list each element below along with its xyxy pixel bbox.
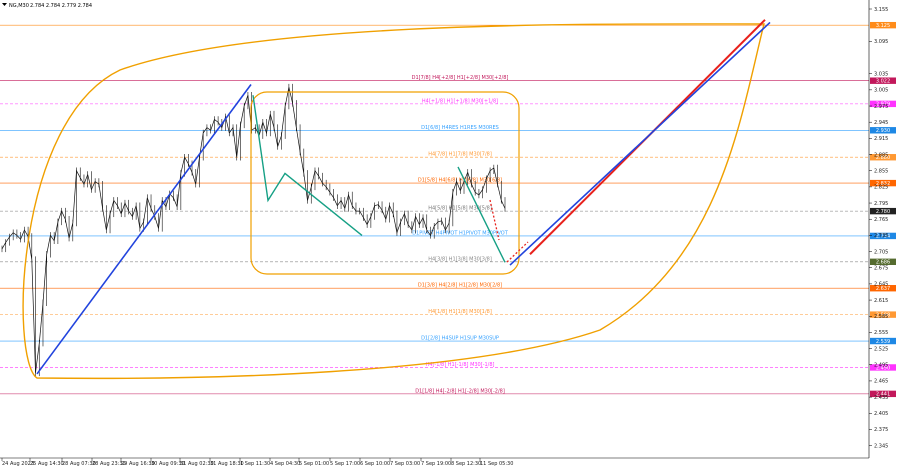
- time-tick-label: 11 Sep 05:30: [480, 461, 513, 467]
- time-tick-label: 1 Sep 11:30: [240, 461, 270, 467]
- time-tick-label: 31 Aug 18:30: [210, 461, 244, 467]
- price-tick-label: 2.915: [874, 136, 888, 142]
- price-tick-label: 2.885: [874, 152, 888, 158]
- price-tick-label: 2.645: [874, 282, 888, 288]
- price-tick-label: 2.615: [874, 298, 888, 304]
- level-badge-text: 2.539: [876, 339, 890, 345]
- level-badge-text: 2.930: [876, 128, 890, 134]
- symbol-label: NG,M30: [9, 3, 29, 9]
- price-tick-label: 2.345: [874, 443, 888, 449]
- price-tick-label: 3.095: [874, 39, 888, 45]
- level-label: D1[1/8] H4[-2/8] H1[-2/8] M30[-2/8]: [415, 388, 505, 394]
- ohlc-values: 2.784 2.784 2.779 2.784: [30, 3, 92, 9]
- level-label: H4[1/8] H1[1/8] M30[1/8]: [428, 309, 492, 315]
- time-tick-label: 7 Sep 03:00: [390, 461, 420, 467]
- time-tick-label: 8 Sep 12:30: [451, 461, 481, 467]
- price-tick-label: 2.525: [874, 346, 888, 352]
- price-tick-label: 2.765: [874, 217, 888, 223]
- price-tick-label: 2.975: [874, 104, 888, 110]
- price-tick-label: 2.735: [874, 233, 888, 239]
- level-label: H4[7/8] H1[7/8] M30[7/8]: [428, 152, 492, 158]
- time-tick-label: 28 Aug 07:30: [62, 461, 96, 467]
- price-tick-label: 2.495: [874, 363, 888, 369]
- level-badge-text: 2.780: [876, 209, 890, 215]
- level-badge-text: 3.022: [876, 78, 890, 84]
- level-label: D1[2/8] H4SUP H1SUP M30SUP: [421, 336, 499, 342]
- level-label: H4[+1/8] H1[+1/8] M30[+1/8]: [422, 98, 498, 104]
- time-tick-label: 4 Sep 04:30: [270, 461, 300, 467]
- price-tick-label: 2.795: [874, 201, 888, 207]
- price-tick-label: 2.585: [874, 314, 888, 320]
- time-tick-label: 31 Aug 02:30: [180, 461, 214, 467]
- chart-header: NG,M30 2.784 2.784 2.779 2.784: [2, 3, 92, 9]
- price-tick-label: 3.155: [874, 7, 888, 13]
- level-label: D1[3/8] H4[2/8] H1[2/8] M30[2/8]: [418, 283, 502, 289]
- level-label: D1[7/8] H4[+2/8] H1[+2/8] M30[+2/8]: [412, 75, 509, 81]
- price-tick-label: 2.465: [874, 379, 888, 385]
- price-tick-label: 2.705: [874, 249, 888, 255]
- level-label: D1[6/8] H4RES H1RES M30RES: [421, 125, 499, 131]
- level-label: H4[5/8] H1[5/8] M30[5/8]: [428, 206, 492, 212]
- level-label: H4[3/8] H1[3/8] M30[3/8]: [428, 256, 492, 262]
- price-chart[interactable]: 3.125 D1[7/8] H4[+2/8] H1[+2/8] M30[+2/8]…: [0, 0, 900, 468]
- time-tick-label: 25 Aug 14:30: [30, 461, 64, 467]
- price-tick-label: 2.675: [874, 266, 888, 272]
- price-tick-label: 2.405: [874, 411, 888, 417]
- price-tick-label: 2.435: [874, 395, 888, 401]
- price-tick-label: 2.855: [874, 169, 888, 175]
- time-tick-label: 5 Sep 17:00: [330, 461, 360, 467]
- price-tick-label: 3.035: [874, 71, 888, 77]
- level-badge-text: 3.125: [876, 23, 890, 29]
- time-tick-label: 6 Sep 10:00: [360, 461, 390, 467]
- price-tick-label: 3.005: [874, 88, 888, 94]
- price-tick-label: 2.945: [874, 120, 888, 126]
- price-tick-label: 2.825: [874, 185, 888, 191]
- time-tick-label: 5 Sep 01:00: [299, 461, 329, 467]
- price-tick-label: 2.375: [874, 427, 888, 433]
- price-tick-label: 2.555: [874, 330, 888, 336]
- time-tick-label: 29 Aug 16:30: [121, 461, 155, 467]
- time-tick-label: 7 Sep 19:00: [421, 461, 451, 467]
